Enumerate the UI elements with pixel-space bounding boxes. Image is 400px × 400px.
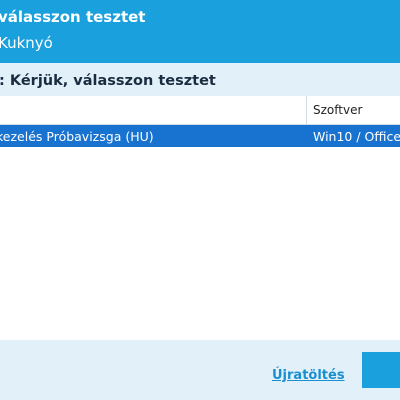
table-row[interactable]: kezelés Próbavizsga (HU) Win10 / Office [0, 125, 400, 147]
software-cell: Win10 / Office [313, 129, 400, 144]
test-table-header: Szoftver [0, 96, 400, 125]
column-header-software[interactable]: Szoftver [313, 103, 362, 117]
section-header: : Kérjük, válasszon tesztet [0, 63, 400, 96]
reload-link[interactable]: Újratöltés [272, 368, 345, 383]
column-divider[interactable] [306, 96, 307, 124]
dialog-title: válasszon tesztet [0, 8, 146, 26]
dialog-header: válasszon tesztet Kuknyó [0, 0, 400, 63]
user-name: Kuknyó [0, 34, 53, 52]
test-name-cell: kezelés Próbavizsga (HU) [0, 129, 154, 144]
dialog-footer: Újratöltés [0, 340, 400, 400]
primary-action-button[interactable] [362, 352, 400, 388]
section-title: : Kérjük, válasszon tesztet [0, 73, 216, 89]
